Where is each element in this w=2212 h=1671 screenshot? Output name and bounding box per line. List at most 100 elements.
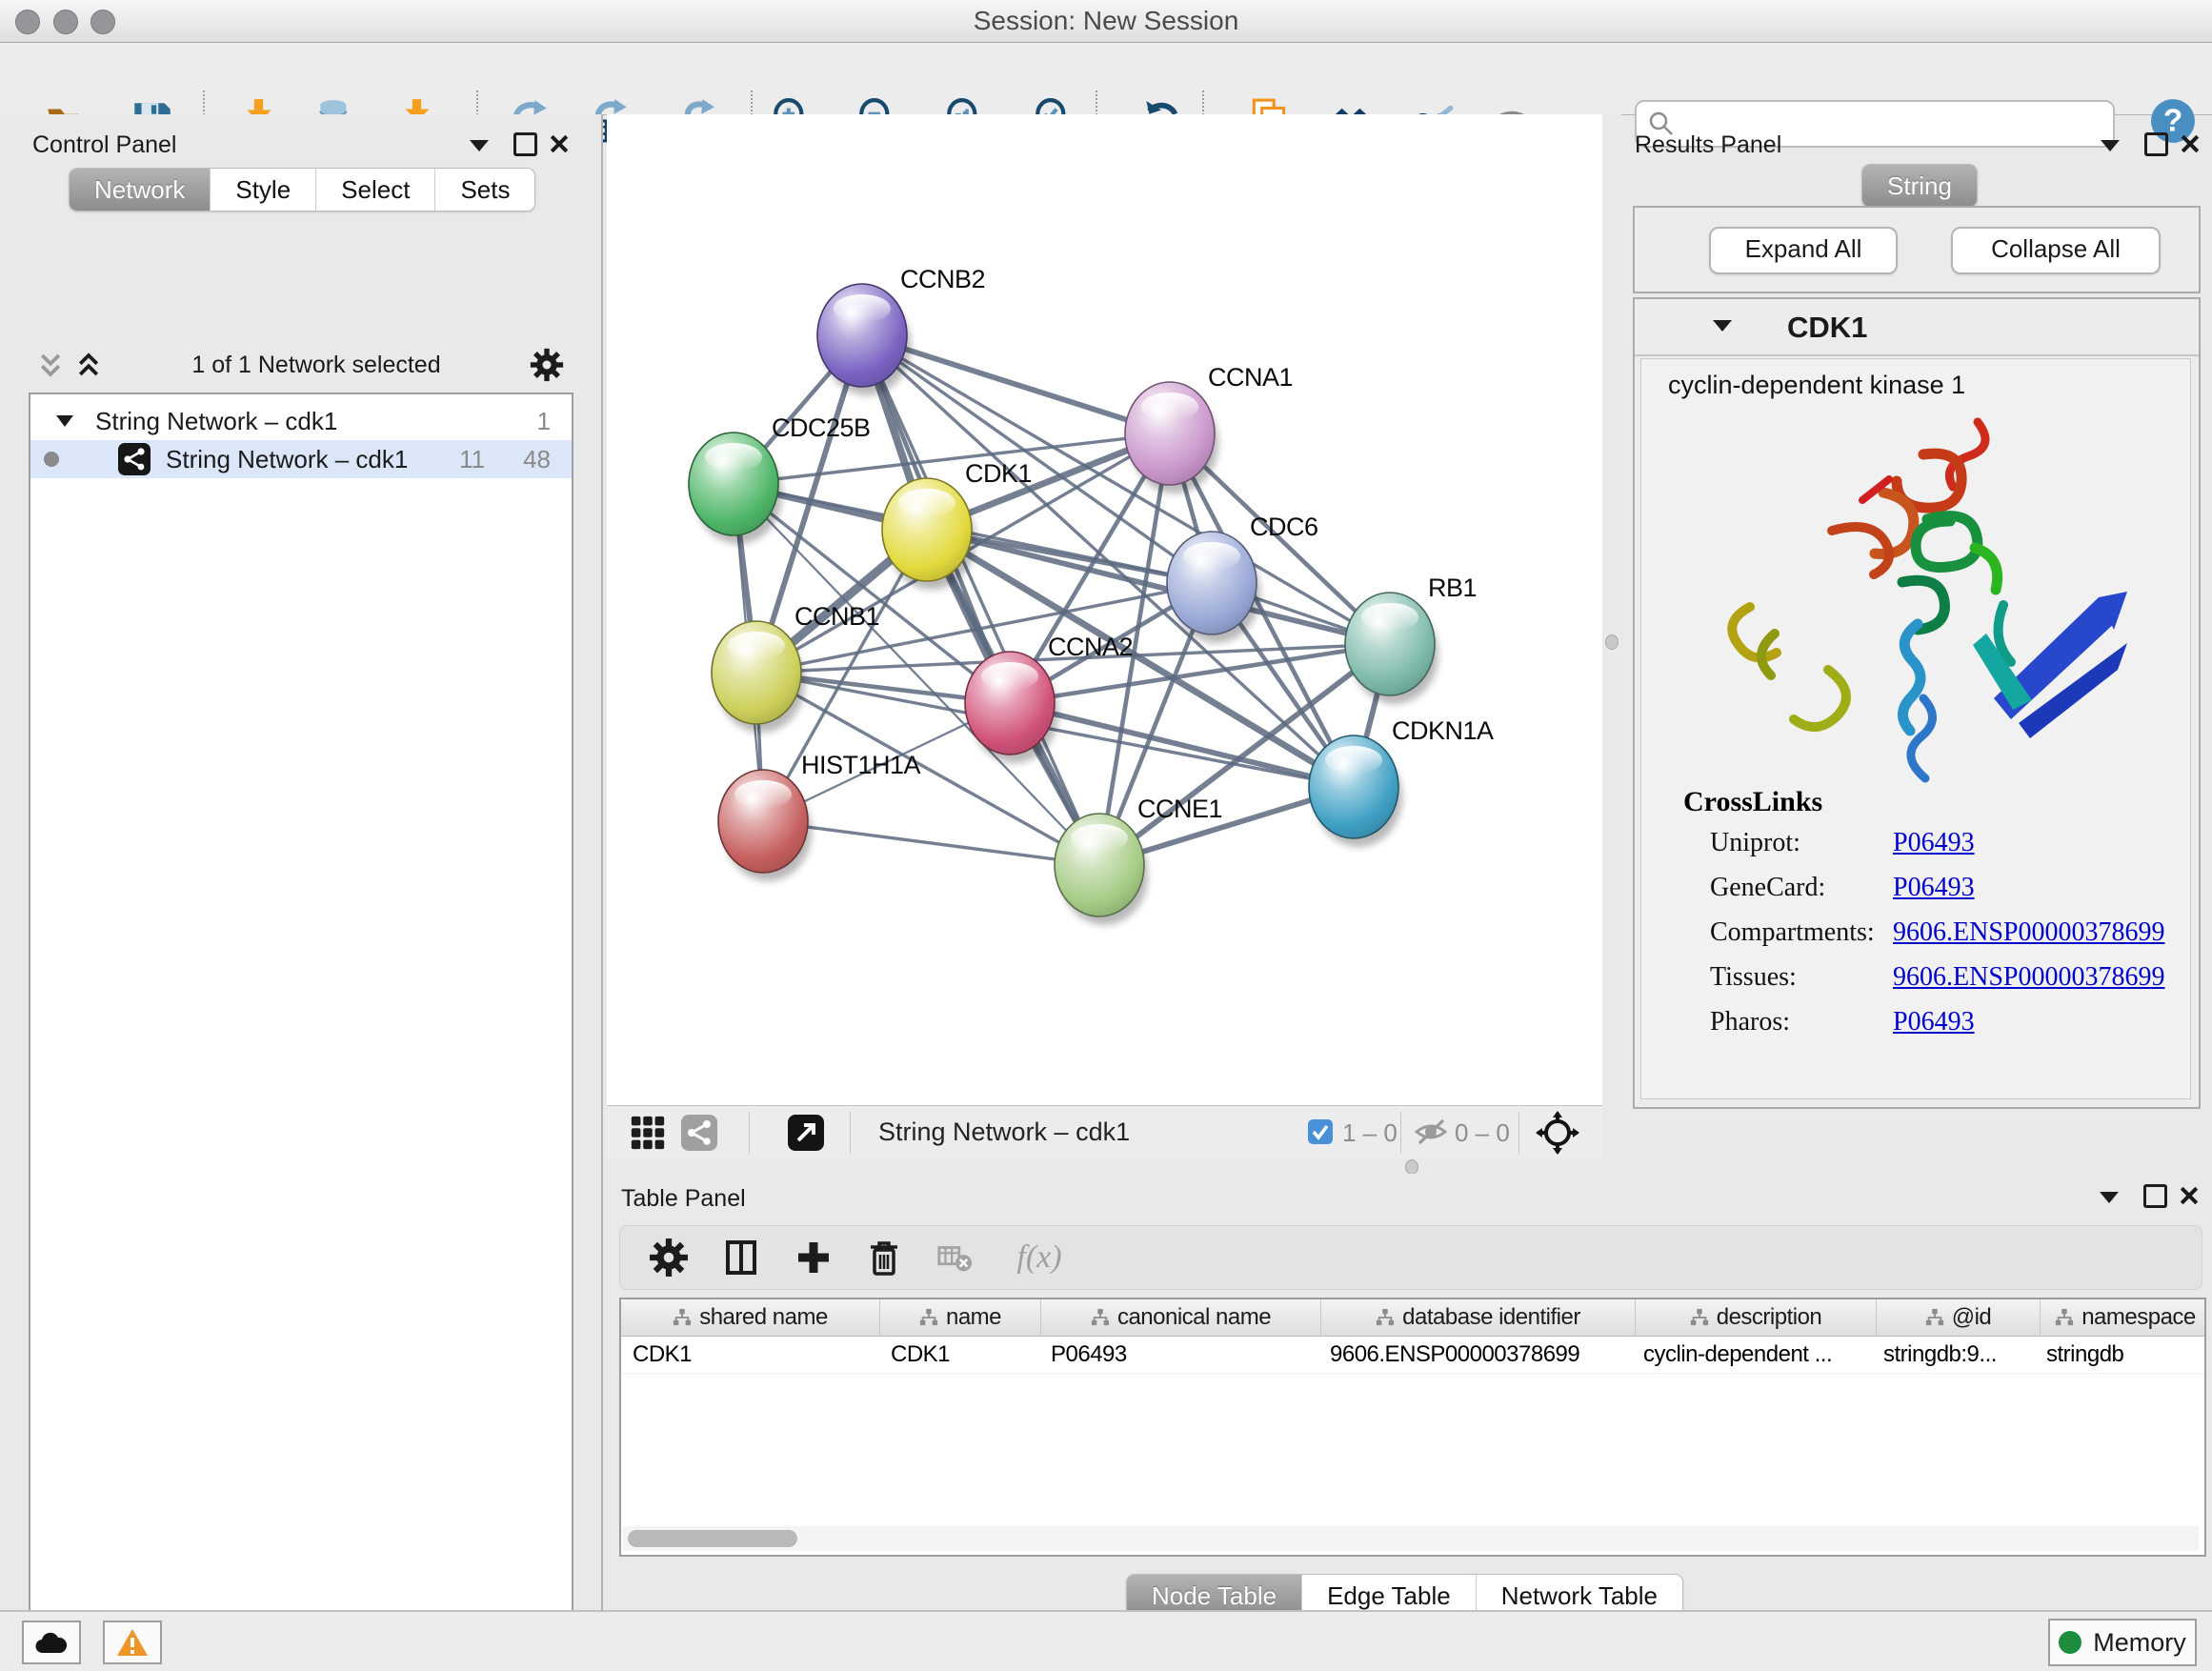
crosslink-label: Tissues:: [1710, 962, 1797, 993]
tab-string[interactable]: String: [1862, 165, 1977, 207]
network-options-gear-icon[interactable]: [530, 348, 564, 382]
network-node-CCNA2[interactable]: [965, 652, 1058, 763]
control-panel-menu-caret[interactable]: [465, 131, 493, 160]
splitter-handle[interactable]: [1405, 1159, 1418, 1175]
network-label: String Network – cdk1: [166, 445, 459, 474]
hidden-eye-slash-icon[interactable]: [1415, 1117, 1447, 1147]
collapse-all-networks-icon[interactable]: [36, 351, 65, 379]
delete-table-icon: [933, 1236, 976, 1279]
memory-status-dot: [2059, 1631, 2081, 1654]
tree-expand-caret[interactable]: [55, 413, 74, 429]
results-panel-float-button[interactable]: [2142, 130, 2170, 158]
network-node-CDC25B[interactable]: [689, 433, 782, 544]
table-panel-menu-caret[interactable]: [2095, 1183, 2123, 1212]
tab-style[interactable]: Style: [211, 169, 316, 211]
tab-select[interactable]: Select: [316, 169, 435, 211]
expand-collapse-box: Expand All Collapse All: [1633, 206, 2201, 293]
crosslink-label: Pharos:: [1710, 1007, 1790, 1037]
node-label-HIST1H1A: HIST1H1A: [801, 751, 921, 779]
network-selection-row: 1 of 1 Network selected: [29, 343, 570, 387]
apply-function-icon: f(x): [1001, 1236, 1077, 1279]
selected-checkbox-icon[interactable]: [1307, 1118, 1334, 1145]
protein-description: cyclin-dependent kinase 1: [1668, 371, 1965, 400]
control-panel-title: Control Panel: [32, 131, 176, 159]
protein-header[interactable]: CDK1: [1635, 299, 2199, 356]
warning-icon: [116, 1628, 149, 1657]
node-label-CCNA2: CCNA2: [1048, 633, 1133, 661]
table-cell: CDK1: [621, 1337, 879, 1373]
control-panel-close-button[interactable]: [545, 130, 573, 158]
control-panel: Control Panel NetworkStyleSelectSets 1 o…: [0, 114, 603, 1610]
column-header-description[interactable]: description: [1636, 1299, 1877, 1336]
column-header-database-identifier[interactable]: database identifier: [1321, 1299, 1636, 1336]
scrollbar-thumb[interactable]: [628, 1530, 797, 1547]
network-share-view-icon[interactable]: [680, 1114, 718, 1152]
results-panel-tabs: String: [1861, 164, 1978, 208]
table-panel: Table Panel f(x) shared namen: [607, 1174, 2212, 1610]
show-columns-icon[interactable]: [719, 1236, 763, 1279]
collapse-all-button[interactable]: Collapse All: [1951, 227, 2161, 274]
add-column-icon[interactable]: [792, 1236, 835, 1279]
network-edge: [862, 335, 1099, 865]
crosslink-link[interactable]: P06493: [1893, 1007, 1975, 1037]
expand-all-networks-icon[interactable]: [74, 351, 103, 379]
network-node-HIST1H1A[interactable]: [718, 770, 812, 881]
protein-structure-image: [1678, 405, 2154, 786]
column-header-canonical-name[interactable]: canonical name: [1041, 1299, 1321, 1336]
network-node-CCNA1[interactable]: [1125, 382, 1218, 493]
network-canvas[interactable]: CCNB2CCNA1CDC25BCDK1CDC6RB1CCNB1CCNA2CDK…: [607, 114, 1602, 1105]
table-settings-gear-icon[interactable]: [647, 1236, 691, 1279]
table-row[interactable]: CDK1CDK1P064939606.ENSP00000378699cyclin…: [621, 1337, 2204, 1374]
network-node-RB1[interactable]: [1345, 593, 1438, 704]
node-label-CDC6: CDC6: [1250, 513, 1318, 541]
results-panel-menu-caret[interactable]: [2096, 131, 2124, 160]
network-node-CCNB2[interactable]: [817, 284, 911, 395]
network-node-CDK1[interactable]: [882, 478, 975, 590]
node-label-RB1: RB1: [1428, 574, 1477, 602]
network-edge: [763, 821, 1099, 865]
table-panel-close-button[interactable]: [2175, 1181, 2203, 1210]
column-header-shared-name[interactable]: shared name: [621, 1299, 880, 1336]
splitter-handle[interactable]: [1605, 634, 1619, 650]
column-header-@id[interactable]: @id: [1877, 1299, 2041, 1336]
warning-status-button[interactable]: [103, 1621, 162, 1664]
table-panel-float-button[interactable]: [2141, 1181, 2169, 1210]
crosslink-label: Compartments:: [1710, 917, 1875, 948]
crosslink-link[interactable]: P06493: [1893, 828, 1975, 858]
table-horizontal-scrollbar: [623, 1526, 2199, 1551]
cloud-status-button[interactable]: [22, 1621, 81, 1664]
column-header-name[interactable]: name: [880, 1299, 1041, 1336]
column-header-namespace[interactable]: namespace: [2041, 1299, 2206, 1336]
tab-network[interactable]: Network: [70, 169, 211, 211]
results-panel-close-button[interactable]: [2176, 130, 2204, 158]
main-toolbar: ?: [0, 43, 2212, 115]
control-panel-float-button[interactable]: [511, 130, 539, 158]
network-node-CCNE1[interactable]: [1055, 814, 1148, 925]
vertical-splitter[interactable]: [1602, 114, 1621, 1158]
crosslink-link[interactable]: 9606.ENSP00000378699: [1893, 917, 2164, 948]
expand-all-button[interactable]: Expand All: [1709, 227, 1898, 274]
network-node-CDKN1A[interactable]: [1309, 735, 1402, 847]
tab-sets[interactable]: Sets: [435, 169, 534, 211]
horizontal-splitter[interactable]: [607, 1158, 2212, 1174]
network-row-selected[interactable]: String Network – cdk1 11 48: [30, 440, 572, 478]
results-panel-title: Results Panel: [1635, 131, 1781, 159]
protein-collapse-caret[interactable]: [1713, 320, 1732, 332]
node-table: shared namenamecanonical namedatabase id…: [619, 1298, 2206, 1557]
table-cell: CDK1: [879, 1337, 1039, 1373]
network-view-statusbar: String Network – cdk1 1 – 0 0 – 0: [607, 1105, 1602, 1160]
network-node-CCNB1[interactable]: [712, 621, 805, 733]
open-in-new-window-icon[interactable]: [787, 1114, 825, 1152]
birds-eye-crosshair-icon[interactable]: [1536, 1111, 1579, 1155]
node-label-CCNA1: CCNA1: [1208, 363, 1293, 392]
crosslink-label: Uniprot:: [1710, 828, 1800, 858]
crosslink-link[interactable]: P06493: [1893, 873, 1975, 903]
protein-name: CDK1: [1787, 311, 1867, 345]
crosslink-row: Tissues: 9606.ENSP00000378699: [1710, 962, 2167, 1007]
delete-column-trash-icon[interactable]: [862, 1236, 906, 1279]
memory-button[interactable]: Memory: [2048, 1619, 2197, 1666]
network-collection-row[interactable]: String Network – cdk1 1: [30, 402, 572, 440]
network-edge-count: 48: [523, 445, 551, 474]
crosslink-link[interactable]: 9606.ENSP00000378699: [1893, 962, 2164, 993]
grid-view-icon[interactable]: [629, 1114, 667, 1152]
